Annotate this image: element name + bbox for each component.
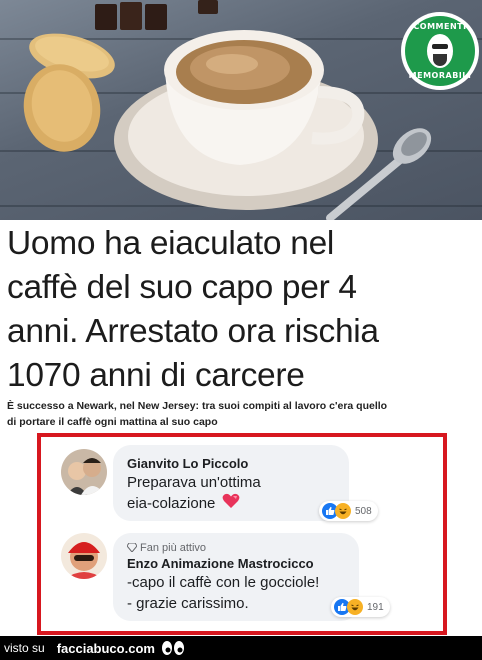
reaction-count: 508	[355, 505, 372, 517]
top-fan-tag: Fan più attivo	[126, 541, 345, 555]
headline-line: caffè del suo capo per 4	[7, 269, 357, 306]
biscuits	[23, 33, 115, 152]
heart-emoji-icon	[222, 493, 239, 508]
subtitle-line: di portare il caffè ogni mattina al suo …	[7, 416, 218, 428]
watermark-footer: visto su facciabuco.com	[0, 636, 482, 660]
article-subtitle: È successo a Newark, nel New Jersey: tra…	[7, 398, 477, 430]
comments-frame: Gianvito Lo Piccolo Preparava un'ottima …	[37, 433, 447, 635]
top-fan-label: Fan più attivo	[140, 542, 207, 554]
comment-text-line-2: eia-colazione	[127, 495, 216, 512]
eyes-icon	[161, 641, 184, 655]
headline-line: anni. Arrestato ora rischia	[7, 313, 379, 350]
comment-text-line: eia-colazione	[127, 493, 335, 514]
comment-text-line: Preparava un'ottima	[127, 474, 261, 491]
comment-bubble: Fan più attivo Enzo Animazione Mastrocic…	[113, 533, 359, 621]
logo-face-icon	[427, 34, 453, 68]
logo-bottom-text: MEMORABILI	[408, 71, 472, 80]
haha-icon	[335, 503, 351, 519]
comment-author[interactable]: Enzo Animazione Mastrocicco	[127, 555, 345, 572]
coffee-photo: COMMENTI MEMORABILI	[0, 0, 482, 220]
avatar[interactable]	[61, 533, 107, 579]
comment-bubble: Gianvito Lo Piccolo Preparava un'ottima …	[113, 445, 349, 521]
article-headline: Uomo ha eiaculato nel caffè del suo capo…	[7, 222, 477, 398]
avatar[interactable]	[61, 449, 107, 495]
haha-icon	[347, 599, 363, 615]
comment-text-line: -capo il caffè con le gocciole!	[127, 574, 320, 591]
comment-text-line: - grazie carissimo.	[127, 595, 249, 612]
reaction-count: 191	[367, 601, 384, 613]
footer-site-link[interactable]: facciabuco.com	[57, 641, 155, 656]
diamond-icon	[126, 542, 138, 553]
chocolate-pieces	[95, 0, 218, 30]
headline-line: Uomo ha eiaculato nel	[7, 225, 335, 262]
subtitle-line: È successo a Newark, nel New Jersey: tra…	[7, 400, 388, 412]
comment-author[interactable]: Gianvito Lo Piccolo	[127, 455, 335, 472]
logo-top-text: COMMENTI	[413, 22, 467, 31]
commenti-memorabili-logo: COMMENTI MEMORABILI	[401, 12, 479, 90]
reactions-summary[interactable]: 508	[319, 501, 378, 521]
footer-visto-label: visto su	[4, 641, 45, 655]
reactions-summary[interactable]: 191	[331, 597, 390, 617]
headline-line: 1070 anni di carcere	[7, 357, 305, 394]
